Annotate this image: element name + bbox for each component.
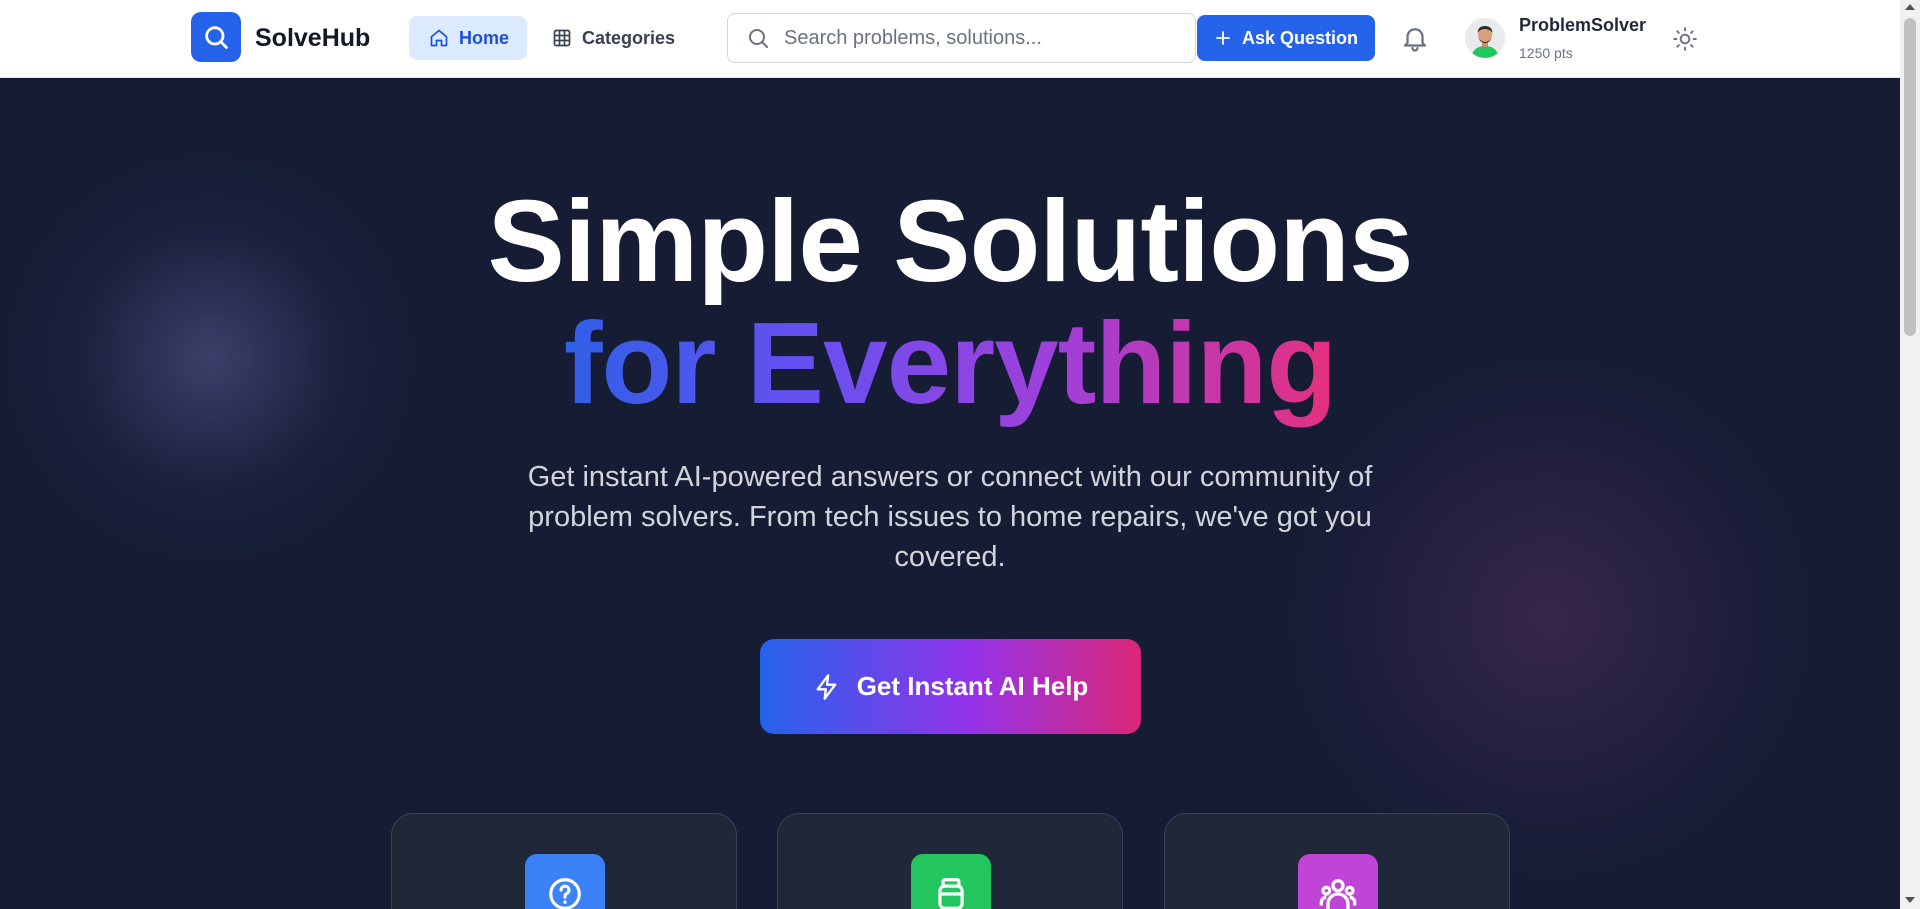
search-icon (205, 26, 228, 49)
ask-question-button[interactable]: Ask Question (1197, 15, 1375, 61)
scrollbar[interactable] (1900, 0, 1920, 909)
grid-icon (553, 29, 571, 47)
get-ai-help-button[interactable]: Get Instant AI Help (760, 639, 1141, 734)
card-icon-box (911, 854, 991, 909)
avatar[interactable] (1465, 18, 1505, 58)
sun-icon[interactable] (1672, 26, 1698, 52)
scroll-down-arrow-icon[interactable] (1905, 897, 1915, 903)
ask-question-label: Ask Question (1241, 27, 1359, 48)
scrollbar-thumb[interactable] (1904, 18, 1916, 336)
feature-card-community[interactable] (1164, 813, 1510, 909)
hero-subtitle: Get instant AI-powered answers or connec… (527, 461, 1373, 573)
search-icon (749, 29, 768, 48)
search-bar (727, 13, 1196, 63)
brand-name[interactable]: SolveHub (255, 24, 370, 53)
bell-icon[interactable] (1400, 23, 1430, 53)
hero-title-gradient-text: for Everything (563, 298, 1337, 428)
question-icon (549, 878, 581, 909)
nav-categories[interactable]: Categories (540, 16, 680, 60)
scroll-up-arrow-icon[interactable] (1905, 4, 1915, 10)
search-input[interactable] (784, 26, 1184, 50)
user-points: 1250 pts (1519, 45, 1573, 61)
community-icon (1319, 879, 1357, 909)
logo[interactable] (191, 12, 241, 62)
home-icon (430, 29, 448, 47)
database-icon (938, 878, 964, 909)
feature-card-knowledge[interactable] (777, 813, 1123, 909)
get-ai-help-label: Get Instant AI Help (856, 671, 1089, 701)
nav-home-label: Home (459, 27, 510, 48)
nav-categories-label: Categories (582, 27, 676, 48)
nav-home[interactable]: Home (409, 16, 527, 60)
card-icon-box (525, 854, 605, 909)
plus-icon (1216, 31, 1230, 45)
hero-section: Simple Solutions for Everything Get inst… (0, 78, 1900, 909)
user-avatar-icon (1465, 18, 1505, 58)
lightning-icon (816, 673, 837, 700)
hero-title-line2: for Everything (0, 302, 1900, 425)
hero-title-line1: Simple Solutions (487, 176, 1414, 306)
top-navbar: SolveHub Home Categories Ask Question (0, 0, 1900, 78)
user-name[interactable]: ProblemSolver (1519, 15, 1646, 36)
feature-card-ask[interactable] (391, 813, 737, 909)
card-icon-box (1298, 854, 1378, 909)
